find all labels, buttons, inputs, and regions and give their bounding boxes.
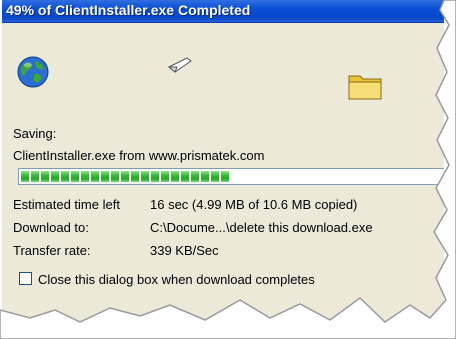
close-on-complete-label[interactable]: Close this dialog box when download comp… [38, 272, 315, 287]
transfer-rate-label: Transfer rate: [13, 243, 91, 258]
progress-segment [131, 171, 139, 182]
progress-segment [121, 171, 129, 182]
progress-segment [61, 171, 69, 182]
globe-icon [17, 56, 49, 88]
folder-icon [348, 75, 382, 100]
file-source-text: ClientInstaller.exe from www.prismatek.c… [13, 148, 265, 163]
progress-segment [211, 171, 219, 182]
estimated-time-label: Estimated time left [13, 197, 120, 212]
window-title: 49% of ClientInstaller.exe Completed [6, 2, 251, 18]
progress-segment [151, 171, 159, 182]
open-button[interactable] [170, 326, 270, 332]
progress-segment [21, 171, 29, 182]
progress-segment [41, 171, 49, 182]
cancel-button[interactable] [366, 326, 442, 332]
close-on-complete-checkbox[interactable] [19, 272, 32, 285]
progress-segment [141, 171, 149, 182]
progress-segment [221, 171, 229, 182]
progress-segment [91, 171, 99, 182]
progress-segment [111, 171, 119, 182]
download-dialog: 49% of ClientInstaller.exe Completed Sav… [2, 0, 444, 332]
progress-segment [31, 171, 39, 182]
open-folder-button[interactable] [278, 326, 358, 332]
title-bar[interactable]: 49% of ClientInstaller.exe Completed [2, 0, 444, 23]
saving-label: Saving: [13, 126, 57, 141]
flying-paper-icon [167, 57, 192, 73]
progress-segment [81, 171, 89, 182]
estimated-time-value: 16 sec (4.99 MB of 10.6 MB copied) [150, 197, 358, 212]
progress-segment [71, 171, 79, 182]
download-to-value: C:\Docume...\delete this download.exe [150, 220, 373, 235]
progress-segment [201, 171, 209, 182]
progress-segment [171, 171, 179, 182]
progress-fill [21, 171, 232, 182]
progress-segment [101, 171, 109, 182]
download-progress-bar [18, 168, 444, 185]
progress-segment [51, 171, 59, 182]
progress-segment [191, 171, 199, 182]
download-to-label: Download to: [13, 220, 89, 235]
transfer-rate-value: 339 KB/Sec [150, 243, 219, 258]
progress-segment [161, 171, 169, 182]
progress-segment [181, 171, 189, 182]
